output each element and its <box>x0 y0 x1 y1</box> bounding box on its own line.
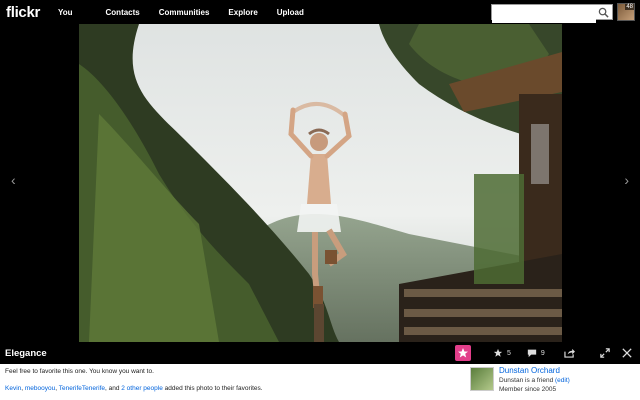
photo-title-bar: Elegance 5 9 <box>0 342 640 364</box>
nav-contacts[interactable]: Contacts <box>106 8 153 17</box>
star-icon <box>493 348 503 357</box>
search-input[interactable] <box>492 8 596 23</box>
nav-communities[interactable]: Communities <box>159 8 223 17</box>
photo-stage: ‹ › <box>0 24 640 342</box>
comments-count: 9 <box>540 349 545 357</box>
owner-avatar[interactable] <box>470 367 494 391</box>
photo-info-panel: Feel free to favorite this one. You know… <box>0 364 640 400</box>
share-icon <box>564 348 575 358</box>
nav-upload[interactable]: Upload <box>277 8 317 17</box>
top-navigation-bar: flickr You Contacts Communities Explore … <box>0 0 640 24</box>
fav-user-link[interactable]: TenerifeTenerife <box>59 385 105 392</box>
photo-description: Feel free to favorite this one. You know… <box>5 368 154 375</box>
main-photo[interactable] <box>79 24 562 342</box>
share-button[interactable] <box>564 348 575 358</box>
close-lightbox-button[interactable] <box>622 348 632 358</box>
fav-user-link[interactable]: Kevin <box>5 385 21 392</box>
photo-title: Elegance <box>5 347 47 359</box>
photo-actions: 5 9 <box>455 345 632 361</box>
notification-count: 48 <box>625 4 634 10</box>
contact-badge-icon[interactable] <box>455 345 471 361</box>
next-photo-arrow[interactable]: › <box>624 172 629 188</box>
favorite-button[interactable]: 5 <box>493 348 511 358</box>
favorites-line: Kevin, mebooyou, TenerifeTenerife, and 2… <box>5 385 263 392</box>
photo-image <box>79 24 562 342</box>
search-box <box>491 4 613 23</box>
comment-bubble-icon <box>527 349 537 358</box>
comments-button[interactable]: 9 <box>527 348 545 358</box>
nav-explore[interactable]: Explore <box>228 8 270 17</box>
main-nav: You Contacts Communities Explore Upload <box>58 8 317 17</box>
user-avatar[interactable]: 48 <box>617 3 635 21</box>
other-people-link[interactable]: 2 other people <box>121 385 163 392</box>
close-icon <box>622 348 632 358</box>
edit-relationship-link[interactable]: (edit) <box>555 377 570 384</box>
friend-text: Dunstan is a friend <box>499 377 556 384</box>
owner-friend-status: Dunstan is a friend (edit) <box>499 377 570 384</box>
favorites-suffix: added this photo to their favorites. <box>162 385 263 392</box>
owner-name-link[interactable]: Dunstan Orchard <box>499 366 560 375</box>
previous-photo-arrow[interactable]: ‹ <box>11 172 16 188</box>
expand-icon <box>600 348 610 358</box>
favorites-count: 5 <box>507 349 511 357</box>
fullscreen-button[interactable] <box>600 348 610 358</box>
search-icon[interactable] <box>598 7 609 18</box>
nav-you[interactable]: You <box>58 8 86 17</box>
owner-member-since: Member since 2005 <box>499 386 557 393</box>
and-separator: , and <box>105 385 122 392</box>
fav-user-link[interactable]: mebooyou <box>25 385 55 392</box>
flickr-logo[interactable]: flickr <box>6 4 44 21</box>
